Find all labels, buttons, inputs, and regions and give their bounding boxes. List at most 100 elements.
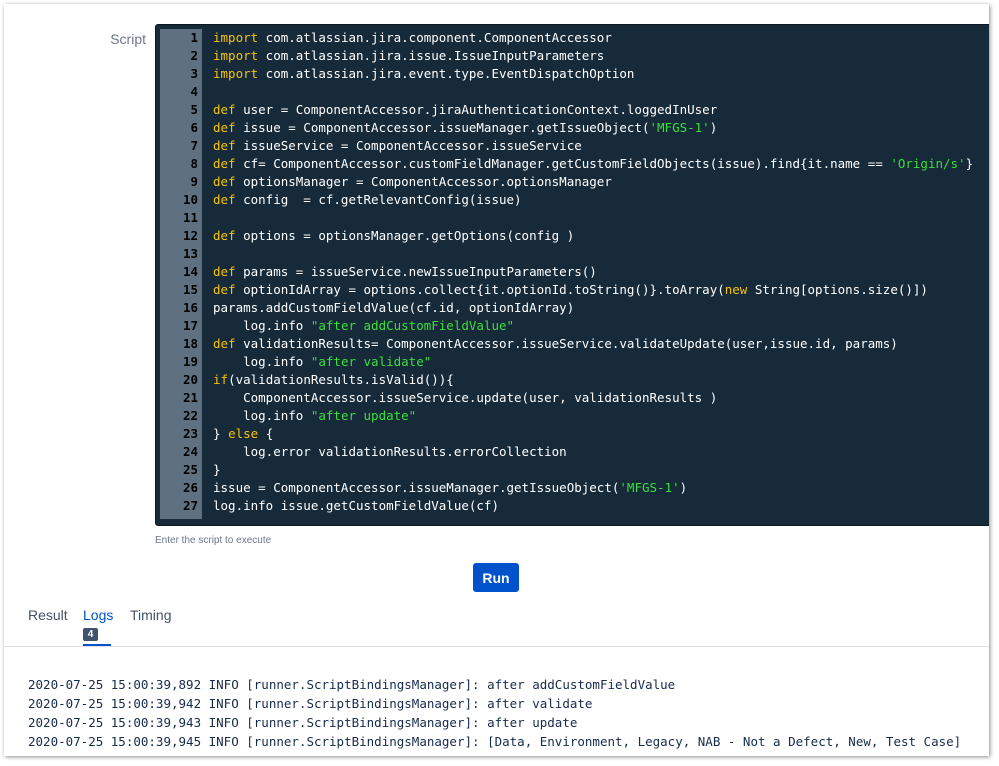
code-keyword: import bbox=[213, 30, 259, 45]
code-line[interactable]: 14 def params = issueService.newIssueInpu… bbox=[156, 263, 989, 281]
code-token: } bbox=[213, 462, 221, 477]
code-text: import com.atlassian.jira.component.Comp… bbox=[213, 29, 612, 47]
code-token: issueService = ComponentAccessor.issueSe… bbox=[235, 138, 582, 153]
line-number: 14 bbox=[182, 264, 198, 279]
code-line[interactable]: 7 def issueService = ComponentAccessor.is… bbox=[156, 137, 989, 155]
line-number: 24 bbox=[182, 444, 198, 459]
code-line[interactable]: 5 def user = ComponentAccessor.jiraAuthen… bbox=[156, 101, 989, 119]
code-text: params.addCustomFieldValue(cf.id, option… bbox=[213, 299, 574, 317]
code-line[interactable]: 15 def optionIdArray = options.collect{it… bbox=[156, 281, 989, 299]
run-button[interactable]: Run bbox=[473, 563, 519, 592]
code-text: def cf= ComponentAccessor.customFieldMan… bbox=[213, 155, 973, 173]
code-keyword: def bbox=[213, 192, 236, 207]
line-number: 6 bbox=[190, 120, 198, 135]
tab-result[interactable]: Result bbox=[28, 607, 68, 623]
script-editor[interactable]: 1 import com.atlassian.jira.component.Com… bbox=[155, 24, 989, 526]
code-line[interactable]: 8 def cf= ComponentAccessor.customFieldMa… bbox=[156, 155, 989, 173]
code-keyword: def bbox=[213, 282, 236, 297]
line-number: 22 bbox=[182, 408, 198, 423]
code-text: import com.atlassian.jira.event.type.Eve… bbox=[213, 65, 634, 83]
code-token: params.addCustomFieldValue(cf.id, option… bbox=[213, 300, 575, 315]
code-token: (validationResults.isValid()){ bbox=[228, 372, 454, 387]
code-token: params = issueService.newIssueInputParam… bbox=[235, 264, 597, 279]
line-number: 1 bbox=[190, 30, 198, 45]
code-line[interactable]: 26 issue = ComponentAccessor.issueManager… bbox=[156, 479, 989, 497]
line-number: 11 bbox=[182, 210, 198, 225]
code-text: def optionsManager = ComponentAccessor.o… bbox=[213, 173, 612, 191]
code-line[interactable]: 2 import com.atlassian.jira.issue.IssueIn… bbox=[156, 47, 989, 65]
code-line[interactable]: 27 log.info issue.getCustomFieldValue(cf) bbox=[156, 497, 989, 515]
code-line[interactable]: 24 log.error validationResults.errorColl… bbox=[156, 443, 989, 461]
line-number: 21 bbox=[182, 390, 198, 405]
code-line[interactable]: 18 def validationResults= ComponentAccess… bbox=[156, 335, 989, 353]
code-keyword: def bbox=[213, 264, 236, 279]
code-token: user = ComponentAccessor.jiraAuthenticat… bbox=[235, 102, 718, 117]
line-number: 27 bbox=[182, 498, 198, 513]
code-line[interactable]: 21 ComponentAccessor.issueService.update… bbox=[156, 389, 989, 407]
tab-logs[interactable]: Logs bbox=[83, 607, 113, 623]
code-line[interactable]: 9 def optionsManager = ComponentAccessor.… bbox=[156, 173, 989, 191]
code-line[interactable]: 1 import com.atlassian.jira.component.Com… bbox=[156, 29, 989, 47]
code-text: issue = ComponentAccessor.issueManager.g… bbox=[213, 479, 687, 497]
code-line[interactable]: 13 bbox=[156, 245, 989, 263]
code-token: cf= ComponentAccessor.customFieldManager… bbox=[235, 156, 891, 171]
code-line[interactable]: 17 log.info "after addCustomFieldValue" bbox=[156, 317, 989, 335]
code-token: com.atlassian.jira.issue.IssueInputParam… bbox=[258, 48, 605, 63]
code-line[interactable]: 23} else { bbox=[156, 425, 989, 443]
code-keyword: import bbox=[213, 66, 259, 81]
code-text: } else { bbox=[213, 425, 273, 443]
code-text: def options = optionsManager.getOptions(… bbox=[213, 227, 574, 245]
code-keyword: import bbox=[213, 48, 259, 63]
code-string: 'MFGS-1' bbox=[619, 480, 680, 495]
code-text: if(validationResults.isValid()){ bbox=[213, 371, 454, 389]
script-label: Script bbox=[110, 31, 146, 47]
code-text: log.info "after update" bbox=[213, 407, 416, 425]
line-number: 19 bbox=[182, 354, 198, 369]
code-token: com.atlassian.jira.event.type.EventDispa… bbox=[258, 66, 635, 81]
tabs-divider bbox=[4, 646, 989, 647]
line-number: 7 bbox=[190, 138, 198, 153]
code-text: ComponentAccessor.issueService.update(us… bbox=[213, 389, 717, 407]
code-token: log.error validationResults.errorCollect… bbox=[213, 444, 567, 459]
line-number: 5 bbox=[190, 102, 198, 117]
code-line[interactable]: 11 bbox=[156, 209, 989, 227]
code-string: "after addCustomFieldValue" bbox=[310, 318, 515, 333]
code-text: def issue = ComponentAccessor.issueManag… bbox=[213, 119, 717, 137]
code-text: def params = issueService.newIssueInputP… bbox=[213, 263, 597, 281]
code-keyword: def bbox=[213, 102, 236, 117]
tab-timing[interactable]: Timing bbox=[130, 607, 172, 623]
code-text: def user = ComponentAccessor.jiraAuthent… bbox=[213, 101, 717, 119]
code-line[interactable]: 16 params.addCustomFieldValue(cf.id, opti… bbox=[156, 299, 989, 317]
code-text: } bbox=[213, 461, 221, 479]
code-token: log.info bbox=[213, 354, 311, 369]
code-token: log.info issue.getCustomFieldValue(cf) bbox=[213, 498, 499, 513]
code-keyword: if bbox=[213, 372, 229, 387]
log-line: 2020-07-25 15:00:39,892 INFO [runner.Scr… bbox=[28, 677, 676, 692]
code-line[interactable]: 20 if(validationResults.isValid()){ bbox=[156, 371, 989, 389]
code-text: log.info issue.getCustomFieldValue(cf) bbox=[213, 497, 499, 515]
code-token: } bbox=[213, 426, 229, 441]
code-line[interactable]: 10 def config = cf.getRelevantConfig(issu… bbox=[156, 191, 989, 209]
code-line[interactable]: 3 import com.atlassian.jira.event.type.Ev… bbox=[156, 65, 989, 83]
line-number: 12 bbox=[182, 228, 198, 243]
code-line[interactable]: 25} bbox=[156, 461, 989, 479]
code-line[interactable]: 6 def issue = ComponentAccessor.issueMana… bbox=[156, 119, 989, 137]
code-token: ) bbox=[709, 120, 718, 135]
script-hint: Enter the script to execute bbox=[155, 535, 272, 546]
code-keyword: new bbox=[724, 282, 748, 297]
code-line[interactable]: 19 log.info "after validate" bbox=[156, 353, 989, 371]
code-string: 'Origin/s' bbox=[890, 156, 966, 171]
code-string: 'MFGS-1' bbox=[649, 120, 710, 135]
code-token: validationResults= ComponentAccessor.iss… bbox=[235, 336, 898, 351]
code-line[interactable]: 4 bbox=[156, 83, 989, 101]
line-number: 18 bbox=[182, 336, 198, 351]
code-token: optionIdArray = options.collect{it.optio… bbox=[235, 282, 725, 297]
code-token: optionsManager = ComponentAccessor.optio… bbox=[235, 174, 612, 189]
code-keyword: else bbox=[228, 426, 259, 441]
code-string: "after update" bbox=[310, 408, 417, 423]
script-console-panel: Script 1 import com.atlassian.jira.compon… bbox=[4, 4, 989, 756]
code-token: ComponentAccessor.issueService.update(us… bbox=[213, 390, 718, 405]
line-number: 17 bbox=[182, 318, 198, 333]
code-line[interactable]: 12 def options = optionsManager.getOption… bbox=[156, 227, 989, 245]
code-line[interactable]: 22 log.info "after update" bbox=[156, 407, 989, 425]
